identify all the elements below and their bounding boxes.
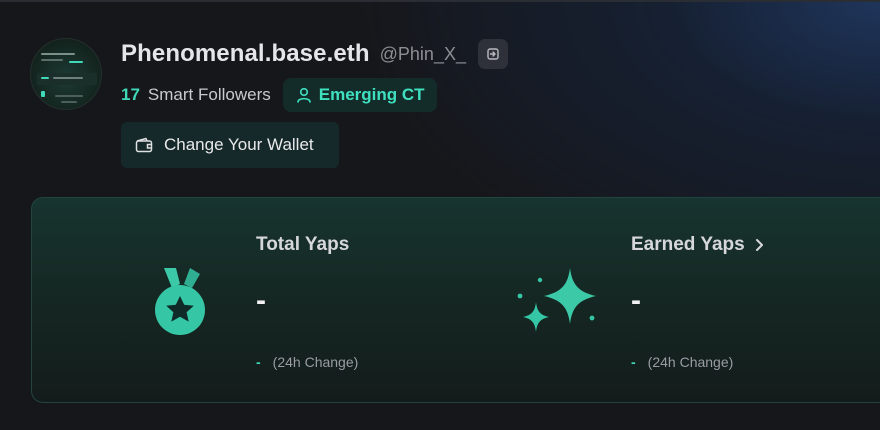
smart-followers-count: 17: [121, 85, 140, 104]
total-yaps-title: Total Yaps: [256, 234, 349, 256]
sparkles-icon: [517, 268, 596, 332]
medal-star-icon: [155, 268, 205, 335]
display-name: Phenomenal.base.eth: [121, 40, 370, 67]
smart-followers[interactable]: 17 Smart Followers: [121, 85, 271, 105]
user-icon: [296, 87, 311, 103]
earned-yaps-title-text: Earned Yaps: [631, 234, 745, 255]
change-wallet-button[interactable]: Change Your Wallet: [121, 122, 339, 168]
logout-button[interactable]: [477, 39, 508, 69]
emerging-ct-badge: Emerging CT: [282, 78, 437, 112]
earned-yaps-change-label: (24h Change): [647, 354, 734, 370]
chevron-right-icon: [755, 239, 763, 251]
earned-yaps-value: -: [631, 284, 641, 317]
total-yaps-value: -: [256, 284, 266, 317]
avatar[interactable]: [30, 38, 102, 110]
followers-row: 17 Smart Followers Emerging CT: [121, 78, 437, 112]
wallet-icon: [135, 137, 153, 153]
total-yaps-change-value: -: [256, 354, 261, 370]
earned-yaps-change: - (24h Change): [631, 354, 733, 370]
earned-yaps-title[interactable]: Earned Yaps: [631, 234, 765, 256]
user-handle[interactable]: @Phin_X_: [380, 44, 466, 65]
logout-icon: [487, 48, 499, 60]
earned-yaps-change-value: -: [631, 354, 636, 370]
total-yaps-title-text: Total Yaps: [256, 234, 350, 255]
badge-label: Emerging CT: [318, 85, 425, 104]
yaps-stats-card: Total Yaps - - (24h Change) Earned Yaps …: [31, 197, 880, 403]
total-yaps-change: - (24h Change): [256, 354, 358, 370]
smart-followers-label: Smart Followers: [147, 85, 271, 104]
profile-name-row: Phenomenal.base.eth @Phin_X_: [121, 38, 508, 70]
total-yaps-change-label: (24h Change): [272, 354, 359, 370]
top-divider: [0, 0, 880, 2]
change-wallet-label: Change Your Wallet: [164, 135, 314, 154]
